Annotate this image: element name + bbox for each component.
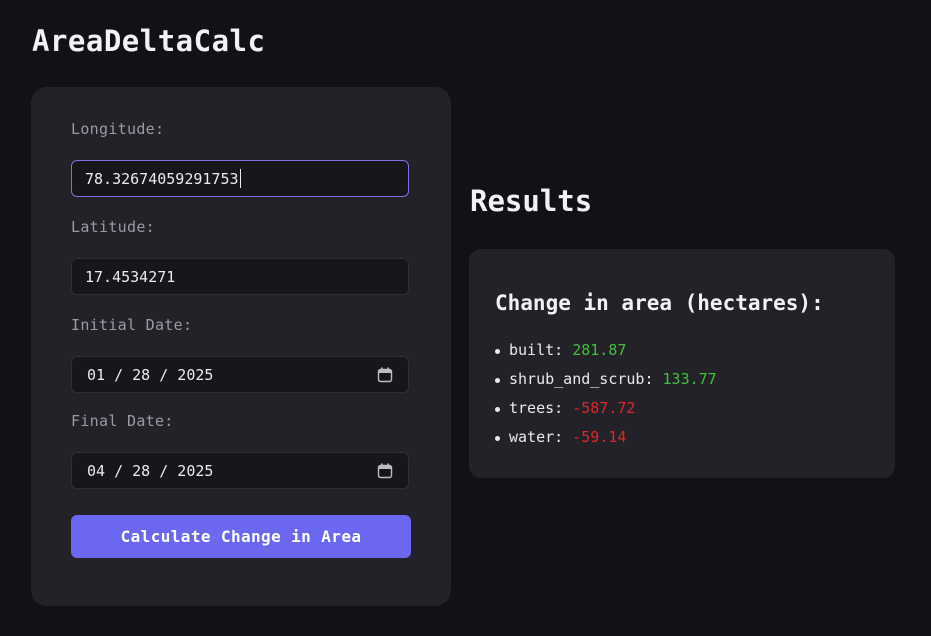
bullet [495,378,500,383]
list-item: water: -59.14 [495,428,717,457]
calculate-button[interactable]: Calculate Change in Area [71,515,411,558]
bullet [495,349,500,354]
result-value: 133.77 [662,370,717,388]
initial-date-label: Initial Date: [71,316,193,334]
input-form-card: Longitude: 78.32674059291753 Latitude: 1… [31,87,451,606]
results-heading: Results [470,184,593,218]
list-item: trees: -587.72 [495,399,717,428]
final-date-input[interactable]: 04 / 28 / 2025 [71,452,409,489]
result-value: -59.14 [572,428,627,446]
text-caret [239,169,241,188]
result-label: water: [509,428,564,446]
latitude-label: Latitude: [71,218,155,236]
initial-date-value: 01 / 28 / 2025 [87,365,214,384]
list-item: built: 281.87 [495,341,717,370]
result-value: -587.72 [572,399,636,417]
app-title: AreaDeltaCalc [32,24,266,58]
calendar-icon[interactable] [377,367,393,383]
latitude-input[interactable]: 17.4534271 [71,258,409,295]
results-list: built: 281.87 shrub_and_scrub: 133.77 tr… [495,341,717,457]
longitude-input[interactable]: 78.32674059291753 [71,160,409,197]
result-label: shrub_and_scrub: [509,370,654,388]
bullet [495,407,500,412]
longitude-value: 78.32674059291753 [85,169,239,188]
results-subheading: Change in area (hectares): [495,291,824,315]
calendar-icon[interactable] [377,463,393,479]
final-date-value: 04 / 28 / 2025 [87,461,214,480]
latitude-value: 17.4534271 [85,267,176,286]
result-label: built: [509,341,564,359]
initial-date-input[interactable]: 01 / 28 / 2025 [71,356,409,393]
longitude-label: Longitude: [71,120,165,138]
final-date-label: Final Date: [71,412,174,430]
bullet [495,436,500,441]
list-item: shrub_and_scrub: 133.77 [495,370,717,399]
results-card: Change in area (hectares): built: 281.87… [469,249,895,478]
result-value: 281.87 [572,341,627,359]
result-label: trees: [509,399,564,417]
